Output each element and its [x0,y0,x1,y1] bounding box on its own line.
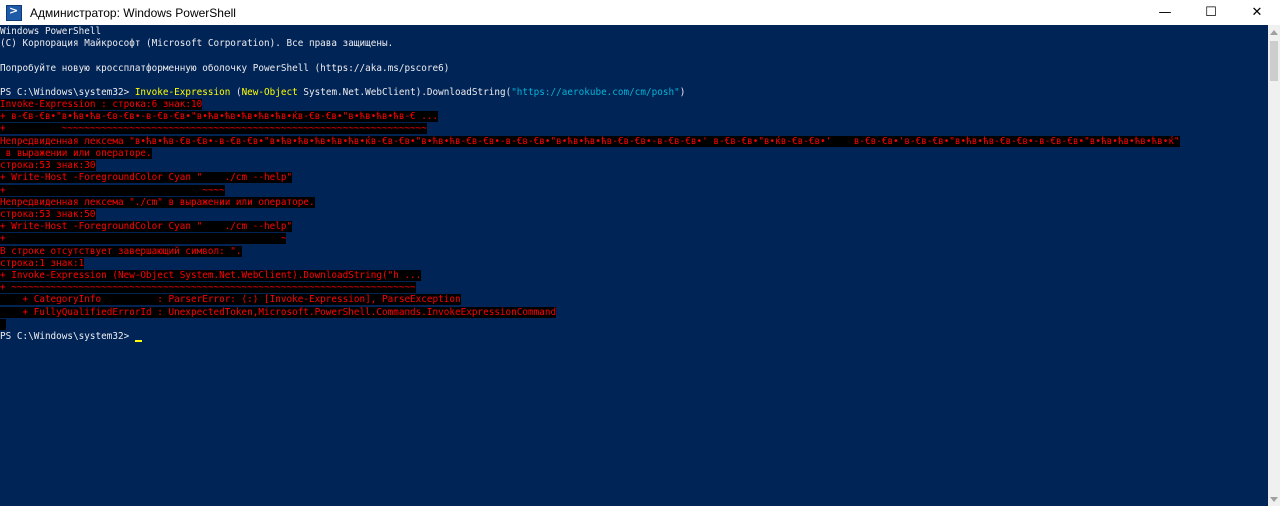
error-line: + Write-Host -ForegroundColor Cyan " ./c… [0,221,293,232]
paren-close: ) [679,87,686,98]
url-string: "https://aerokube.com/cm/posh" [511,87,680,98]
console-line: Windows PowerShell [0,26,102,37]
prompt: PS C:\Windows\system32> [0,87,135,98]
vertical-scrollbar[interactable] [1268,25,1280,506]
error-line: В строке отсутствует завершающий символ:… [0,246,242,257]
error-line: + в-€в-€в•"в•ћв•ћв-€в-€в•-в-€в-€в•"в•ћв•… [0,111,439,122]
new-object-cmdlet: New-Object [241,87,298,98]
error-line: + CategoryInfo : ParserError: (:) [Invok… [0,294,461,305]
error-line: + ~~~~ [0,185,225,196]
error-line: + Invoke-Expression (New-Object System.N… [0,270,422,281]
error-line: + FullyQualifiedErrorId : UnexpectedToke… [0,307,557,318]
console-line: (C) Корпорация Майкрософт (Microsoft Cor… [0,38,394,49]
error-line: Invoke-Expression : строка:6 знак:10 [0,99,203,110]
close-button[interactable]: ✕ [1234,0,1280,25]
console-line: Попробуйте новую кроссплатформенную обол… [0,63,450,74]
window-title: Администратор: Windows PowerShell [30,5,236,20]
error-line: + Write-Host -ForegroundColor Cyan " ./c… [0,172,293,183]
window-controls: — ☐ ✕ [1142,0,1280,25]
error-line: строка:1 знак:1 [0,258,85,269]
scroll-up-arrow-icon[interactable] [1268,25,1280,39]
console-output[interactable]: Windows PowerShell (C) Корпорация Майкро… [0,25,1268,506]
error-line: + ~ [0,233,287,244]
error-line: строка:53 знак:50 [0,209,96,220]
error-line: + ~~~~~~~~~~~~~~~~~~~~~~~~~~~~~~~~~~~~~~… [0,282,416,293]
type-text: System.Net.WebClient).DownloadString( [297,87,512,98]
prompt-line[interactable]: PS C:\Windows\system32> [0,331,142,343]
title-bar: Администратор: Windows PowerShell — ☐ ✕ [0,0,1280,25]
text-cursor [134,340,142,342]
cmdlet: Invoke-Expression [134,87,231,98]
scroll-down-arrow-icon[interactable] [1268,492,1280,506]
error-line: + ~~~~~~~~~~~~~~~~~~~~~~~~~~~~~~~~~~~~~~… [0,123,427,134]
powershell-icon [6,4,22,21]
final-prompt: PS C:\Windows\system32> [0,331,135,342]
error-line: Непредвиденная лексема "./cm" в выражени… [0,197,315,208]
maximize-button[interactable]: ☐ [1188,0,1234,25]
error-line: Непредвиденная лексема "в•ћв•ћв-€в-€в•-в… [0,136,1180,147]
error-line [0,319,6,330]
error-line: в выражении или операторе. [0,148,152,159]
error-line: строка:53 знак:30 [0,160,96,171]
command-line: PS C:\Windows\system32> Invoke-Expressio… [0,87,685,99]
scrollbar-thumb[interactable] [1270,41,1278,81]
minimize-button[interactable]: — [1142,0,1188,25]
